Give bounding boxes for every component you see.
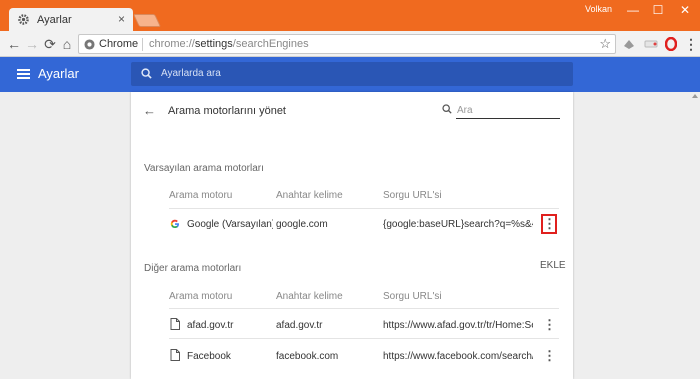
tab-close-icon[interactable]: × — [118, 12, 125, 26]
extension-icon[interactable] — [622, 37, 636, 51]
default-engines-heading: Varsayılan arama motorları — [144, 163, 264, 174]
engine-search-input[interactable]: Ara — [456, 103, 560, 119]
chrome-icon — [84, 39, 95, 50]
page-title: Arama motorlarını yönet — [168, 105, 286, 117]
search-icon — [442, 104, 452, 114]
maximize-button[interactable]: ☐ — [647, 1, 669, 19]
omnibox-chrome-label: Chrome — [99, 38, 139, 50]
more-actions-icon[interactable]: ⋮ — [541, 214, 557, 234]
browser-toolbar: ← → ⟳ ⌂ Chrome chrome://settings/searchE… — [0, 31, 700, 57]
omnibox-separator — [142, 38, 143, 51]
extension-icon[interactable] — [644, 38, 658, 50]
document-icon — [170, 318, 180, 330]
engine-url: https://www.facebook.com/search/... — [383, 351, 533, 362]
divider — [169, 338, 559, 339]
column-header-keyword: Anahtar kelime — [276, 190, 343, 201]
other-engines-heading: Diğer arama motorları — [144, 263, 242, 274]
engine-keyword: google.com — [276, 219, 328, 230]
forward-icon[interactable]: → — [24, 36, 40, 52]
divider — [169, 308, 559, 309]
engine-name: Google (Varsayılan) — [187, 219, 273, 230]
tab-title: Ayarlar — [37, 14, 72, 26]
engine-name: Facebook — [187, 351, 231, 362]
column-header-url: Sorgu URL'si — [383, 291, 442, 302]
back-arrow-icon[interactable]: ← — [143, 103, 156, 118]
home-icon[interactable]: ⌂ — [59, 36, 75, 52]
google-icon — [170, 219, 179, 229]
search-icon — [141, 68, 152, 79]
address-bar[interactable]: Chrome chrome://settings/searchEngines ☆ — [78, 34, 616, 54]
column-header-keyword: Anahtar kelime — [276, 291, 343, 302]
scrollbar[interactable] — [690, 92, 700, 379]
opera-icon[interactable] — [665, 37, 677, 51]
back-icon[interactable]: ← — [6, 36, 22, 52]
url-text: chrome://settings/searchEngines — [149, 38, 309, 50]
settings-search-input[interactable]: Ayarlarda ara — [131, 62, 573, 86]
close-button[interactable]: ✕ — [674, 1, 696, 19]
new-tab-button[interactable] — [132, 14, 162, 27]
tab-settings[interactable]: Ayarlar × — [9, 8, 133, 32]
engine-url: {google:baseURL}search?q=%s&{go... — [383, 219, 533, 230]
menu-dots-icon[interactable]: ⋮ — [683, 36, 699, 52]
gear-icon — [18, 14, 29, 25]
minimize-button[interactable]: — — [622, 1, 644, 19]
column-header-engine: Arama motoru — [169, 190, 233, 201]
engine-keyword: afad.gov.tr — [276, 320, 323, 331]
divider — [169, 208, 559, 209]
reload-icon[interactable]: ⟳ — [42, 36, 58, 52]
more-actions-icon[interactable]: ⋮ — [543, 317, 556, 333]
engine-keyword: facebook.com — [276, 351, 339, 362]
bookmark-star-icon[interactable]: ☆ — [599, 36, 611, 52]
title-bar: Ayarlar × Volkan — ☐ ✕ — [0, 0, 700, 32]
search-placeholder: Ayarlarda ara — [161, 68, 221, 79]
add-button[interactable]: EKLE — [540, 260, 566, 271]
engine-url: https://www.afad.gov.tr/tr/Home:Se... — [383, 320, 533, 331]
column-header-url: Sorgu URL'si — [383, 190, 442, 201]
hamburger-menu-icon[interactable] — [17, 69, 30, 79]
profile-name[interactable]: Volkan — [585, 4, 612, 14]
search-engines-card: ← Arama motorlarını yönet Ara Varsayılan… — [131, 92, 573, 379]
more-actions-icon[interactable]: ⋮ — [543, 348, 556, 364]
document-icon — [170, 349, 180, 361]
column-header-engine: Arama motoru — [169, 291, 233, 302]
header-title: Ayarlar — [38, 66, 79, 81]
engine-name: afad.gov.tr — [187, 320, 234, 331]
